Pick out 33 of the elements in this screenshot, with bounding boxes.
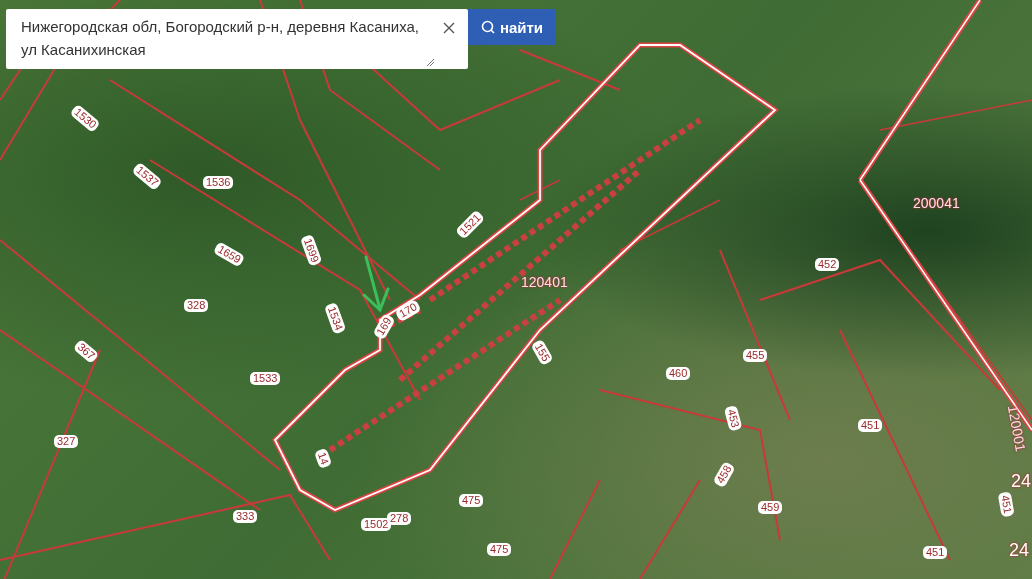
parcel-number-label: 333 <box>233 510 258 523</box>
parcel-number-label: 14 <box>313 447 333 470</box>
parcel-number-label: 452 <box>815 258 840 271</box>
parcel-number-label: 328 <box>184 299 209 312</box>
parcel-number-label: 120401 <box>520 276 569 289</box>
parcel-number-label: 1659 <box>212 241 246 268</box>
parcel-number-label: 1699 <box>299 233 323 268</box>
parcel-number-label: 455 <box>743 349 768 362</box>
parcel-number-label: 453 <box>723 405 743 432</box>
parcel-number-label: 24 <box>1008 544 1031 557</box>
parcel-number-label: 120001 <box>1005 403 1028 455</box>
parcel-number-label: 1534 <box>323 301 347 336</box>
search-icon <box>480 20 495 34</box>
address-field[interactable]: Нижегородская обл, Богородский р-н, деревня Касаниха, ул Касанихинская <box>6 9 468 69</box>
parcel-number-label: 451 <box>923 546 948 559</box>
parcel-number-label: 451 <box>858 419 883 432</box>
parcel-number-label: 200041 <box>912 197 961 210</box>
parcel-number-label: 1533 <box>250 372 281 385</box>
parcel-number-label: 24 <box>1010 475 1032 488</box>
parcel-number-label: 475 <box>459 494 484 507</box>
parcel-number-label: 451 <box>997 491 1015 518</box>
parcel-number-label: 458 <box>712 460 736 489</box>
parcel-number-label: 475 <box>487 543 512 556</box>
parcel-number-label: 327 <box>54 435 79 448</box>
arrow-icon <box>360 255 390 315</box>
parcel-number-label: 278 <box>387 512 412 525</box>
parcel-number-label: 460 <box>666 367 691 380</box>
parcel-number-label: 1536 <box>203 176 234 189</box>
search-button[interactable]: найти <box>468 9 556 45</box>
parcel-number-label: 155 <box>530 338 554 367</box>
close-icon[interactable] <box>443 22 455 34</box>
parcel-number-label: 459 <box>758 501 783 514</box>
resize-handle-icon[interactable] <box>426 58 434 66</box>
